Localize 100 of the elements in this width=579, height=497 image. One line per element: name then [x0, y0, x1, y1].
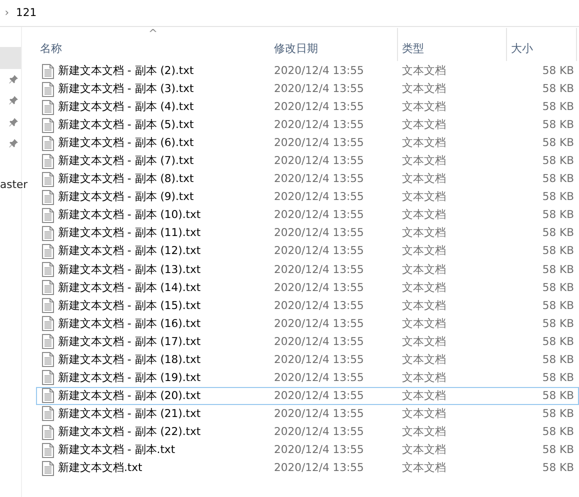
column-header[interactable]: 修改日期 [270, 28, 398, 61]
modified-date: 2020/12/4 13:55 [274, 172, 364, 186]
file-name[interactable]: 新建文本文档 - 副本 (13).txt [58, 262, 201, 278]
file-size: 58 KB [542, 298, 574, 312]
file-row[interactable]: 新建文本文档 - 副本 (15).txt 2020/12/4 13:55 文本文档 58 KB [36, 296, 579, 315]
file-size: 58 KB [542, 316, 574, 330]
file-row[interactable]: 新建文本文档 - 副本 (4).txt 2020/12/4 13:55 文本文档 58 KB [36, 98, 579, 116]
text-file-icon [42, 64, 54, 79]
sidebar-item[interactable] [0, 47, 21, 68]
text-file-icon [42, 244, 54, 260]
modified-date: 2020/12/4 13:55 [274, 262, 364, 276]
sort-indicator: ^ [148, 28, 158, 40]
file-type: 文本文档 [402, 190, 446, 204]
file-row[interactable]: 新建文本文档 - 副本 (13).txt 2020/12/4 13:55 文本文档 58 KB [36, 260, 579, 279]
file-name[interactable]: 新建文本文档 - 副本 (14).txt [58, 280, 201, 296]
file-name[interactable]: 新建文本文档 - 副本 (6).txt [58, 135, 194, 152]
file-row[interactable]: 新建文本文档 - 副本 (5).txt 2020/12/4 13:55 文本文档 58 KB [36, 116, 579, 134]
file-row[interactable]: 新建文本文档 - 副本 (3).txt 2020/12/4 13:55 文本文档 58 KB [36, 80, 579, 98]
file-row[interactable]: 新建文本文档 - 副本 (21).txt 2020/12/4 13:55 文本文档 58 KB [36, 404, 579, 423]
file-row[interactable]: 新建文本文档 - 副本 (14).txt 2020/12/4 13:55 文本文档 58 KB [36, 278, 579, 297]
text-file-icon [42, 226, 54, 242]
file-size: 58 KB [542, 461, 574, 474]
file-name[interactable]: 新建文本文档 - 副本 (11).txt [58, 225, 201, 242]
file-name[interactable]: 新建文本文档.txt [58, 460, 142, 476]
file-name[interactable]: 新建文本文档 - 副本 (10).txt [58, 207, 201, 224]
file-row[interactable]: 新建文本文档 - 副本 (8).txt 2020/12/4 13:55 文本文档 58 KB [36, 170, 579, 188]
text-file-icon [42, 172, 54, 187]
file-name[interactable]: 新建文本文档 - 副本 (2).txt [58, 63, 194, 80]
modified-date: 2020/12/4 13:55 [274, 190, 364, 204]
file-type: 文本文档 [402, 352, 446, 366]
file-name[interactable]: 新建文本文档 - 副本 (16).txt [58, 316, 201, 332]
file-size: 58 KB [542, 280, 574, 294]
file-row[interactable]: 新建文本文档 - 副本 (7).txt 2020/12/4 13:55 文本文档 58 KB [36, 152, 579, 170]
file-size: 58 KB [542, 442, 574, 456]
file-row[interactable]: 新建文本文档.txt 2020/12/4 13:55 文本文档 58 KB [36, 459, 579, 478]
file-size: 58 KB [542, 64, 574, 77]
file-name[interactable]: 新建文本文档 - 副本 (12).txt [58, 243, 201, 260]
file-name[interactable]: 新建文本文档 - 副本 (4).txt [58, 99, 194, 116]
file-row[interactable]: 新建文本文档 - 副本 (17).txt 2020/12/4 13:55 文本文档 58 KB [36, 332, 579, 351]
file-row[interactable]: 新建文本文档 - 副本 (9).txt 2020/12/4 13:55 文本文档 58 KB [36, 188, 579, 206]
modified-date: 2020/12/4 13:55 [274, 424, 364, 438]
file-row[interactable]: 新建文本文档 - 副本 (11).txt 2020/12/4 13:55 文本文档 58 KB [36, 224, 579, 242]
text-file-icon [42, 208, 54, 223]
file-name[interactable]: 新建文本文档 - 副本 (20).txt [58, 388, 201, 404]
file-type: 文本文档 [402, 136, 446, 150]
breadcrumb-separator[interactable]: › [4, 4, 10, 22]
file-name[interactable]: 新建文本文档 - 副本 (3).txt [58, 81, 194, 98]
modified-date: 2020/12/4 13:55 [274, 298, 364, 312]
file-name[interactable]: 新建文本文档 - 副本 (8).txt [58, 171, 194, 188]
file-size: 58 KB [542, 82, 574, 96]
file-row[interactable]: 新建文本文档 - 副本 (6).txt 2020/12/4 13:55 文本文档 58 KB [36, 134, 579, 152]
sidebar-item[interactable]: aster [0, 174, 28, 196]
file-row[interactable]: 新建文本文档 - 副本 (16).txt 2020/12/4 13:55 文本文档 58 KB [36, 314, 579, 333]
text-file-icon [42, 424, 54, 440]
file-size: 58 KB [542, 388, 574, 402]
file-row[interactable]: 新建文本文档 - 副本 (12).txt 2020/12/4 13:55 文本文档 58 KB [36, 242, 579, 261]
text-file-icon [42, 280, 54, 296]
text-file-icon [42, 406, 54, 422]
modified-date: 2020/12/4 13:55 [274, 334, 364, 348]
file-name[interactable]: 新建文本文档 - 副本 (18).txt [58, 352, 201, 368]
file-size: 58 KB [542, 352, 574, 366]
modified-date: 2020/12/4 13:55 [274, 442, 364, 456]
file-row[interactable]: 新建文本文档 - 副本 (10).txt 2020/12/4 13:55 文本文档 58 KB [36, 206, 579, 224]
file-size: 58 KB [542, 208, 574, 222]
modified-date: 2020/12/4 13:55 [274, 316, 364, 330]
column-header[interactable]: 名称 ^ [36, 28, 270, 61]
breadcrumb-folder[interactable]: 121 [16, 4, 37, 22]
file-type: 文本文档 [402, 244, 446, 258]
file-name[interactable]: 新建文本文档 - 副本 (21).txt [58, 406, 201, 422]
column-header[interactable]: 大小 [507, 28, 577, 61]
file-type: 文本文档 [402, 82, 446, 96]
file-name[interactable]: 新建文本文档 - 副本 (19).txt [58, 370, 201, 386]
file-name[interactable]: 新建文本文档 - 副本.txt [58, 442, 176, 458]
column-header[interactable]: 类型 [398, 28, 507, 61]
file-row[interactable]: 新建文本文档 - 副本 (2).txt 2020/12/4 13:55 文本文档 58 KB [36, 62, 579, 80]
file-type: 文本文档 [402, 100, 446, 114]
file-name[interactable]: 新建文本文档 - 副本 (5).txt [58, 117, 194, 134]
file-name[interactable]: 新建文本文档 - 副本 (15).txt [58, 298, 201, 314]
file-row[interactable]: 新建文本文档 - 副本.txt 2020/12/4 13:55 文本文档 58 KB [36, 440, 579, 460]
modified-date: 2020/12/4 13:55 [274, 136, 364, 150]
modified-date: 2020/12/4 13:55 [274, 64, 364, 77]
text-file-icon [42, 100, 54, 115]
file-size: 58 KB [542, 262, 574, 276]
file-name[interactable]: 新建文本文档 - 副本 (22).txt [58, 424, 201, 440]
file-name[interactable]: 新建文本文档 - 副本 (7).txt [58, 153, 194, 170]
file-size: 58 KB [542, 172, 574, 186]
file-type: 文本文档 [402, 370, 446, 384]
file-row[interactable]: 新建文本文档 - 副本 (22).txt 2020/12/4 13:55 文本文档 58 KB [36, 422, 579, 441]
file-type: 文本文档 [402, 64, 446, 77]
file-row[interactable]: 新建文本文档 - 副本 (19).txt 2020/12/4 13:55 文本文档 58 KB [36, 368, 579, 387]
file-size: 58 KB [542, 226, 574, 240]
file-type: 文本文档 [402, 262, 446, 276]
file-size: 58 KB [542, 154, 574, 168]
file-name[interactable]: 新建文本文档 - 副本 (9).txt [58, 189, 194, 206]
file-name[interactable]: 新建文本文档 - 副本 (17).txt [58, 334, 201, 350]
modified-date: 2020/12/4 13:55 [274, 244, 364, 258]
file-row[interactable]: 新建文本文档 - 副本 (20).txt 2020/12/4 13:55 文本文档 58 KB [36, 386, 579, 405]
file-row[interactable]: 新建文本文档 - 副本 (18).txt 2020/12/4 13:55 文本文档 58 KB [36, 350, 579, 369]
file-type: 文本文档 [402, 316, 446, 330]
text-file-icon [42, 154, 54, 169]
